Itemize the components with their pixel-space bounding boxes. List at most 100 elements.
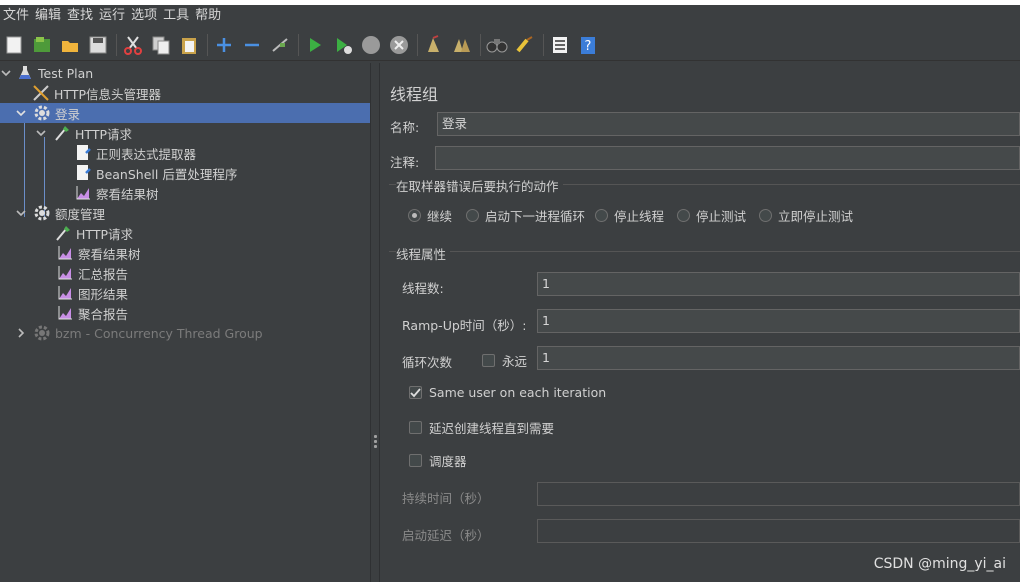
- menu-tools[interactable]: 工具: [160, 5, 192, 27]
- function-helper-icon[interactable]: [548, 33, 572, 57]
- clear-icon[interactable]: [422, 33, 446, 57]
- radio-continue[interactable]: 继续: [408, 206, 452, 225]
- stop-icon[interactable]: [359, 33, 383, 57]
- start-no-pauses-icon[interactable]: [331, 33, 355, 57]
- radio-stop-test[interactable]: 停止测试: [677, 206, 746, 225]
- splitter-grip: [374, 440, 377, 443]
- chevron-down-icon[interactable]: [0, 67, 12, 79]
- checkbox-label: 调度器: [429, 454, 467, 469]
- menu-help[interactable]: 帮助: [192, 5, 224, 27]
- toolbar-separator: [543, 33, 544, 56]
- cut-icon[interactable]: [121, 33, 145, 57]
- copy-icon[interactable]: [149, 33, 173, 57]
- scheduler-checkbox[interactable]: 调度器: [409, 451, 467, 470]
- clear-all-icon[interactable]: [450, 33, 474, 57]
- tree-item-http-request[interactable]: HTTP请求: [0, 123, 370, 143]
- same-user-checkbox[interactable]: Same user on each iteration: [409, 385, 606, 400]
- comment-field[interactable]: [435, 146, 1020, 170]
- search-icon[interactable]: [485, 33, 509, 57]
- watermark: CSDN @ming_yi_ai: [873, 556, 1006, 572]
- collapse-icon[interactable]: [240, 33, 264, 57]
- toggle-icon[interactable]: [268, 33, 292, 57]
- tree-item-graph-results[interactable]: 图形结果: [0, 283, 370, 303]
- panel-splitter[interactable]: [370, 63, 380, 582]
- menu-bar: 文件 编辑 查找 运行 选项 工具 帮助: [0, 5, 1020, 27]
- tree-item-label: 汇总报告: [78, 266, 129, 282]
- chevron-down-icon[interactable]: [15, 207, 27, 219]
- tree-item-summary-report[interactable]: 汇总报告: [0, 263, 370, 283]
- tree-item-aggregate-report[interactable]: 聚合报告: [0, 303, 370, 323]
- expand-icon[interactable]: [212, 33, 236, 57]
- start-icon[interactable]: [303, 33, 327, 57]
- tree-item-http-request[interactable]: HTTP请求: [0, 223, 370, 243]
- radio-circle[interactable]: [759, 209, 772, 222]
- tree-item-header-manager[interactable]: HTTP信息头管理器: [0, 83, 370, 103]
- tree-item-label: 察看结果树: [96, 186, 159, 202]
- tree-item-regex-extractor[interactable]: 正则表达式提取器: [0, 143, 370, 163]
- checkbox-box[interactable]: [409, 454, 422, 467]
- splitter-grip: [374, 445, 377, 448]
- threads-label: 线程数:: [402, 281, 444, 296]
- chevron-right-icon[interactable]: [15, 327, 27, 339]
- radio-circle[interactable]: [677, 209, 690, 222]
- tree-item-label: HTTP请求: [75, 126, 132, 142]
- page-title: 线程组: [390, 85, 439, 104]
- paste-icon[interactable]: [177, 33, 201, 57]
- toolbar-separator: [417, 33, 418, 56]
- radio-start-next-loop[interactable]: 启动下一进程循环: [466, 206, 585, 225]
- tree-item-test-plan[interactable]: Test Plan: [0, 63, 370, 83]
- tree-item-view-results-tree[interactable]: 察看结果树: [0, 183, 370, 203]
- startup-delay-input[interactable]: [537, 519, 1020, 543]
- checkbox-box[interactable]: [482, 354, 495, 367]
- tree-item-label: HTTP信息头管理器: [54, 86, 161, 102]
- toolbar: ?: [0, 29, 1020, 61]
- new-icon[interactable]: [2, 33, 26, 57]
- menu-options[interactable]: 选项: [128, 5, 160, 27]
- templates-icon[interactable]: [30, 33, 54, 57]
- checkbox-box[interactable]: [409, 386, 422, 399]
- test-plan-tree: Test Plan HTTP信息头管理器 登录 HTTP请求 正则表达式提取器 …: [0, 63, 370, 582]
- menu-edit[interactable]: 编辑: [32, 5, 64, 27]
- thread-props-title: 线程属性: [396, 244, 451, 263]
- radio-label: 启动下一进程循环: [485, 209, 586, 224]
- threads-input[interactable]: 1: [537, 272, 1020, 296]
- tree-item-label: 正则表达式提取器: [96, 146, 197, 162]
- reset-search-icon[interactable]: [513, 33, 537, 57]
- graph-icon: [56, 244, 74, 262]
- doc-icon: [74, 144, 92, 162]
- rampup-label: Ramp-Up时间（秒）:: [402, 318, 527, 333]
- tree-item-beanshell-postprocessor[interactable]: BeanShell 后置处理程序: [0, 163, 370, 183]
- radio-circle[interactable]: [408, 209, 421, 222]
- tree-item-concurrency-thread-group[interactable]: bzm - Concurrency Thread Group: [0, 323, 370, 343]
- thread-group-panel: 线程组 名称: 登录 注释: 在取样器错误后要执行的动作 继续 启动下一进程循环…: [381, 63, 1020, 582]
- forever-checkbox[interactable]: 永远: [482, 351, 527, 370]
- error-action-title: 在取样器错误后要执行的动作: [396, 176, 563, 195]
- tree-item-label: 聚合报告: [78, 306, 129, 322]
- delay-thread-creation-checkbox[interactable]: 延迟创建线程直到需要: [409, 418, 554, 437]
- save-icon[interactable]: [86, 33, 110, 57]
- loop-count-input[interactable]: 1: [537, 346, 1020, 370]
- checkbox-box[interactable]: [409, 421, 422, 434]
- tree-item-login-thread-group[interactable]: 登录: [0, 103, 370, 123]
- tree-item-quota-thread-group[interactable]: 额度管理: [0, 203, 370, 223]
- shutdown-icon[interactable]: [387, 33, 411, 57]
- toolbar-separator: [298, 33, 299, 56]
- chevron-down-icon[interactable]: [35, 127, 47, 139]
- radio-circle[interactable]: [466, 209, 479, 222]
- help-icon[interactable]: ?: [576, 33, 600, 57]
- duration-label: 持续时间（秒）: [402, 491, 490, 506]
- chevron-down-icon[interactable]: [15, 107, 27, 119]
- duration-input[interactable]: [537, 482, 1020, 506]
- tree-item-view-results-tree[interactable]: 察看结果树: [0, 243, 370, 263]
- radio-stop-test-now[interactable]: 立即停止测试: [759, 206, 853, 225]
- radio-stop-thread[interactable]: 停止线程: [595, 206, 664, 225]
- open-icon[interactable]: [58, 33, 82, 57]
- radio-circle[interactable]: [595, 209, 608, 222]
- rampup-input[interactable]: 1: [537, 309, 1020, 333]
- name-field[interactable]: 登录: [437, 112, 1020, 136]
- menu-search[interactable]: 查找: [64, 5, 96, 27]
- tree-item-label: Test Plan: [38, 65, 94, 81]
- menu-file[interactable]: 文件: [0, 5, 32, 27]
- menu-run[interactable]: 运行: [96, 5, 128, 27]
- radio-dot: [412, 213, 417, 218]
